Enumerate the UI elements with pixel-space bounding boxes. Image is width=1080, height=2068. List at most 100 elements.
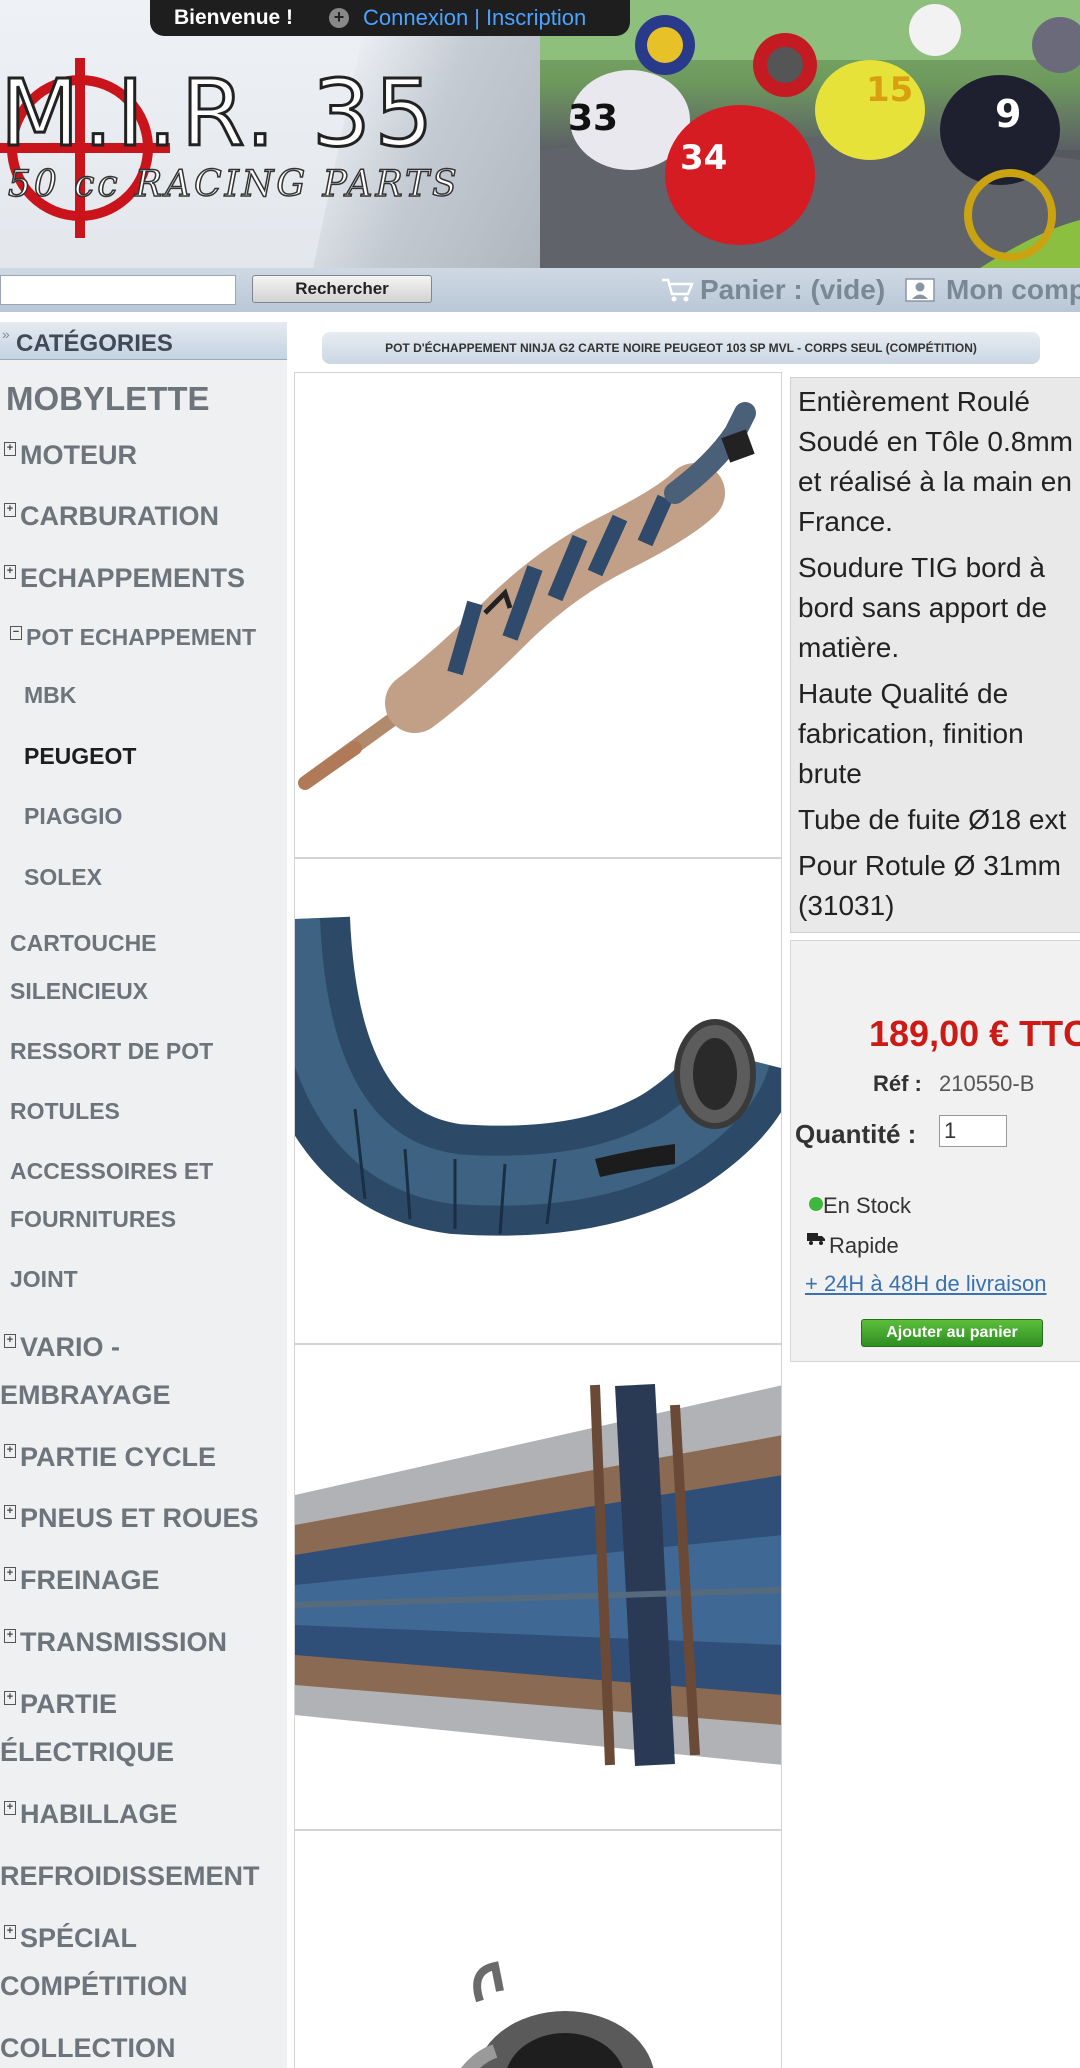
expand-plus-icon[interactable]: + <box>4 442 16 456</box>
welcome-text: Bienvenue ! <box>174 6 294 29</box>
product-image[interactable] <box>294 858 782 1344</box>
category-embrayage[interactable]: EMBRAYAGE <box>0 1380 171 1411</box>
quantity-label: Quantité : <box>795 1119 917 1149</box>
description-line: Soudure TIG bord à <box>798 552 1045 583</box>
search-input[interactable] <box>0 275 236 305</box>
signup-link[interactable]: Inscription <box>486 5 586 31</box>
category-solex[interactable]: SOLEX <box>24 864 102 891</box>
description-line: brute <box>798 758 862 789</box>
collapse-minus-icon[interactable]: − <box>10 626 22 640</box>
description-line: Soudé en Tôle 0.8mm <box>798 426 1073 457</box>
categories-header: » CATÉGORIES <box>0 322 287 360</box>
product-gallery <box>294 372 782 2068</box>
expand-plus-icon[interactable]: + <box>4 1801 16 1815</box>
bike-number: 15 <box>866 70 914 110</box>
breadcrumb-product-title: POT D'ÉCHAPPEMENT NINJA G2 CARTE NOIRE P… <box>385 341 977 355</box>
category-competition[interactable]: COMPÉTITION <box>0 1971 188 2002</box>
exhaust-pipe-image <box>298 402 756 790</box>
category-carburation[interactable]: + CARBURATION <box>4 501 219 532</box>
categories-title: CATÉGORIES <box>16 330 173 357</box>
quantity-input[interactable] <box>939 1115 1007 1147</box>
description-line: Entièrement Roulé <box>798 386 1030 417</box>
category-silencieux[interactable]: SILENCIEUX <box>10 978 148 1005</box>
category-label: SPÉCIAL <box>20 1923 138 1953</box>
chevron-double-icon: » <box>2 326 10 342</box>
category-transmission[interactable]: + TRANSMISSION <box>4 1627 227 1658</box>
login-link[interactable]: Connexion <box>363 5 468 31</box>
search-button[interactable]: Rechercher <box>252 275 432 303</box>
category-special[interactable]: + SPÉCIAL <box>4 1923 137 1954</box>
category-rotules[interactable]: ROTULES <box>10 1098 120 1125</box>
category-collection[interactable]: COLLECTION <box>0 2033 176 2064</box>
reference-value: 210550-B <box>939 1071 1035 1096</box>
bike-number: 34 <box>680 138 728 178</box>
category-label: POT ECHAPPEMENT <box>26 624 257 650</box>
category-echappements[interactable]: + ECHAPPEMENTS <box>4 563 245 594</box>
product-image[interactable] <box>294 1344 782 1830</box>
category-mobylette[interactable]: MOBYLETTE <box>6 380 210 418</box>
category-partie-cycle[interactable]: + PARTIE CYCLE <box>4 1442 216 1473</box>
category-label: PARTIE <box>20 1689 118 1719</box>
add-to-cart-button[interactable]: Ajouter au panier <box>861 1319 1043 1347</box>
category-sidebar: » CATÉGORIES MOBYLETTE + MOTEUR + CARBURAT… <box>0 322 287 2068</box>
exhaust-pipe-closeup-image <box>295 916 781 1236</box>
category-habillage[interactable]: + HABILLAGE <box>4 1799 178 1830</box>
search-bar: Rechercher Panier : (vide) Mon compte <box>0 268 1080 312</box>
cart-link[interactable]: Panier : (vide) <box>700 274 885 306</box>
bike-number: 33 <box>568 98 619 139</box>
category-label: PNEUS ET ROUES <box>20 1503 259 1533</box>
category-peugeot[interactable]: PEUGEOT <box>24 743 136 770</box>
breadcrumb: POT D'ÉCHAPPEMENT NINJA G2 CARTE NOIRE P… <box>322 332 1040 364</box>
description-line: Pour Rotule Ø 31mm <box>798 850 1061 881</box>
in-stock-dot-icon <box>809 1197 823 1211</box>
description-line: Haute Qualité de <box>798 678 1009 709</box>
logo-area[interactable]: M.I.R. 35 50 cc RACING PARTS <box>0 0 610 268</box>
expand-plus-icon[interactable]: + <box>4 1629 16 1643</box>
category-vario[interactable]: + VARIO - <box>4 1332 120 1363</box>
category-electrique[interactable]: ÉLECTRIQUE <box>0 1737 174 1768</box>
category-pneus-roues[interactable]: + PNEUS ET ROUES <box>4 1503 259 1534</box>
category-refroidissement[interactable]: REFROIDISSEMENT <box>0 1861 260 1892</box>
description-line: France. <box>798 506 893 537</box>
account-icon[interactable] <box>904 276 936 304</box>
description-line: (31031) <box>798 890 895 921</box>
category-piaggio[interactable]: PIAGGIO <box>24 803 122 830</box>
category-label: ECHAPPEMENTS <box>20 563 246 593</box>
expand-plus-icon[interactable]: + <box>4 1691 16 1705</box>
description-line: fabrication, finition <box>798 718 1024 749</box>
product-image[interactable] <box>294 1830 782 2068</box>
exhaust-outlet-image <box>460 1961 654 2068</box>
shopping-cart-icon[interactable] <box>660 276 694 304</box>
racing-banner-photo: 33 34 15 9 <box>540 0 1080 268</box>
description-line: et réalisé à la main en <box>798 466 1072 497</box>
description-line: matière. <box>798 632 900 663</box>
expand-plus-icon[interactable]: + <box>4 503 16 517</box>
category-freinage[interactable]: + FREINAGE <box>4 1565 160 1596</box>
category-moteur[interactable]: + MOTEUR <box>4 440 137 471</box>
account-link[interactable]: Mon compte <box>946 274 1080 306</box>
expand-plus-icon[interactable]: + <box>4 1925 16 1939</box>
category-label: TRANSMISSION <box>20 1627 228 1657</box>
category-label: HABILLAGE <box>20 1799 178 1829</box>
category-cartouche[interactable]: CARTOUCHE <box>10 930 157 957</box>
buy-box: 189,00 € TTC Réf : 210550-B Quantité : E… <box>790 940 1080 1362</box>
description-line: Tube de fuite Ø18 ext <box>798 804 1067 835</box>
category-pot-echappement[interactable]: − POT ECHAPPEMENT <box>10 624 256 651</box>
product-image[interactable] <box>294 372 782 858</box>
welcome-bar: Bienvenue ! + Connexion | Inscription <box>150 0 630 36</box>
category-mbk[interactable]: MBK <box>24 682 76 709</box>
plus-circle-icon: + <box>329 8 350 28</box>
description-line: bord sans apport de <box>798 592 1048 623</box>
expand-plus-icon[interactable]: + <box>4 1444 16 1458</box>
expand-plus-icon[interactable]: + <box>4 1567 16 1581</box>
category-partie-electrique[interactable]: + PARTIE <box>4 1689 117 1720</box>
category-label: MOTEUR <box>20 440 137 470</box>
category-accessoires[interactable]: ACCESSOIRES ET <box>10 1158 213 1185</box>
category-joint[interactable]: JOINT <box>10 1266 78 1293</box>
delivery-time-link[interactable]: + 24H à 48H de livraison <box>805 1271 1047 1297</box>
category-ressort-de-pot[interactable]: RESSORT DE POT <box>10 1038 213 1065</box>
expand-plus-icon[interactable]: + <box>4 565 16 579</box>
expand-plus-icon[interactable]: + <box>4 1334 16 1348</box>
category-fournitures[interactable]: FOURNITURES <box>10 1206 176 1233</box>
expand-plus-icon[interactable]: + <box>4 1505 16 1519</box>
